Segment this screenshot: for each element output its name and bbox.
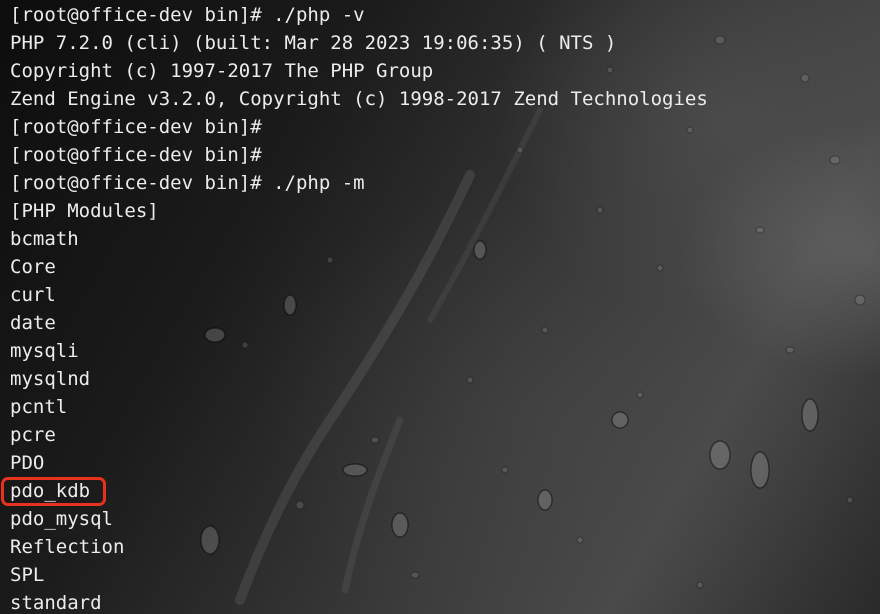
terminal-line-prompt-php-version: [root@office-dev bin]# ./php -v: [10, 4, 365, 26]
module-item-pdo: PDO: [10, 452, 45, 474]
module-item-spl: SPL: [10, 564, 45, 586]
terminal-line-prompt-empty: [root@office-dev bin]#: [10, 144, 262, 166]
module-item-pcntl: pcntl: [10, 396, 68, 418]
terminal-line-zend-engine: Zend Engine v3.2.0, Copyright (c) 1998-2…: [10, 88, 708, 110]
terminal-line-copyright: Copyright (c) 1997-2017 The PHP Group: [10, 60, 434, 82]
terminal-line-prompt-empty: [root@office-dev bin]#: [10, 116, 262, 138]
terminal-line-modules-header: [PHP Modules]: [10, 200, 159, 222]
module-item-core: Core: [10, 256, 56, 278]
module-item-standard: standard: [10, 592, 102, 614]
module-item-pdo-kdb: pdo_kdb: [10, 480, 91, 502]
module-item-bcmath: bcmath: [10, 228, 79, 250]
module-item-mysqli: mysqli: [10, 340, 79, 362]
terminal-line-prompt-php-modules: [root@office-dev bin]# ./php -m: [10, 172, 365, 194]
module-item-pcre: pcre: [10, 424, 56, 446]
pdo-kdb-highlight-box: [1, 477, 106, 506]
terminal-window[interactable]: [root@office-dev bin]# ./php -v PHP 7.2.0…: [0, 0, 880, 614]
module-item-mysqlnd: mysqlnd: [10, 368, 91, 390]
terminal-line-php-version: PHP 7.2.0 (cli) (built: Mar 28 2023 19:0…: [10, 32, 617, 54]
module-item-pdo-mysql: pdo_mysql: [10, 508, 113, 530]
terminal-output: [root@office-dev bin]# ./php -v PHP 7.2.0…: [10, 1, 708, 614]
module-item-date: date: [10, 312, 56, 334]
module-item-curl: curl: [10, 284, 56, 306]
module-item-reflection: Reflection: [10, 536, 125, 558]
